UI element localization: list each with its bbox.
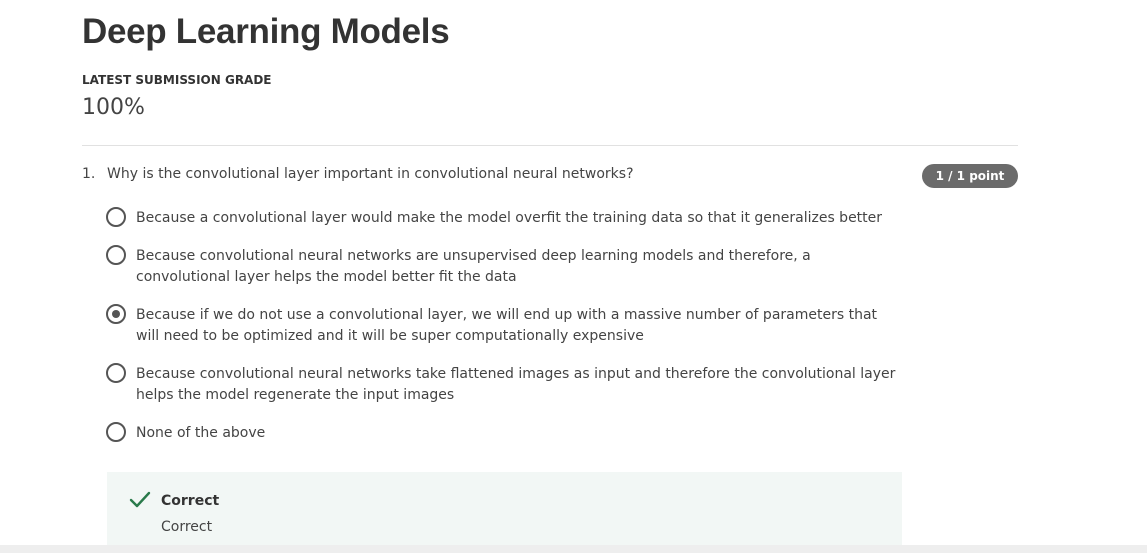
feedback-panel: Correct Correct: [107, 472, 902, 553]
radio-button[interactable]: [106, 304, 126, 324]
feedback-text: Correct: [161, 519, 213, 535]
question-text: Why is the convolutional layer important…: [107, 166, 634, 182]
divider: [82, 145, 1018, 146]
radio-button[interactable]: [106, 363, 126, 383]
checkmark-icon: [129, 491, 151, 508]
grade-value: 100%: [82, 95, 145, 120]
option-label: Because convolutional neural networks ar…: [136, 248, 811, 285]
option-label: Because convolutional neural networks ta…: [136, 366, 896, 403]
points-badge: 1 / 1 point: [922, 164, 1018, 188]
radio-button[interactable]: [106, 245, 126, 265]
question-number: 1.: [82, 166, 96, 182]
bottom-bar: [0, 545, 1147, 553]
grade-label: LATEST SUBMISSION GRADE: [82, 73, 272, 87]
radio-button[interactable]: [106, 422, 126, 442]
page-title: Deep Learning Models: [82, 12, 450, 51]
radio-button[interactable]: [106, 207, 126, 227]
option-label: Because if we do not use a convolutional…: [136, 307, 878, 344]
option-label: None of the above: [136, 425, 266, 441]
feedback-title: Correct: [161, 493, 220, 509]
option-label: Because a convolutional layer would make…: [136, 210, 883, 226]
